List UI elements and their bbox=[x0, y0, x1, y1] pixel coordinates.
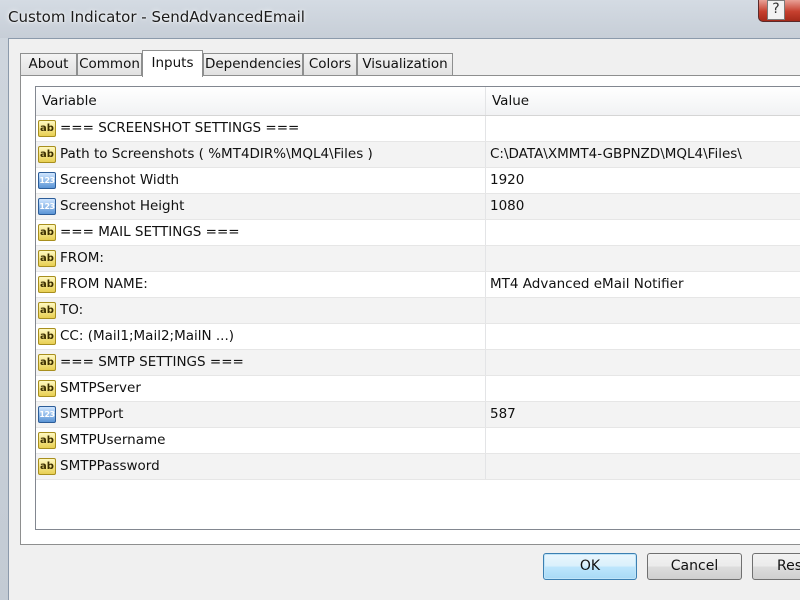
string-type-icon: ab bbox=[38, 432, 56, 449]
variable-name: TO: bbox=[60, 302, 84, 318]
tab-common[interactable]: Common bbox=[77, 53, 142, 75]
value-cell[interactable] bbox=[486, 324, 800, 349]
tab-inputs[interactable]: Inputs bbox=[142, 50, 203, 77]
variable-cell: ab SMTPPassword bbox=[36, 454, 486, 479]
variable-name: CC: (Mail1;Mail2;MailN ...) bbox=[60, 328, 235, 344]
variable-cell: ab === MAIL SETTINGS === bbox=[36, 220, 486, 245]
table-row[interactable]: ab FROM: bbox=[36, 246, 800, 272]
table-row[interactable]: ab SMTPPassword bbox=[36, 454, 800, 480]
string-type-icon: ab bbox=[38, 224, 56, 241]
cancel-button[interactable]: Cancel bbox=[647, 553, 742, 580]
table-row[interactable]: ab === MAIL SETTINGS === bbox=[36, 220, 800, 246]
table-row[interactable]: ab === SCREENSHOT SETTINGS === bbox=[36, 116, 800, 142]
table-row[interactable]: ab FROM NAME: MT4 Advanced eMail Notifier bbox=[36, 272, 800, 298]
variable-cell: ab CC: (Mail1;Mail2;MailN ...) bbox=[36, 324, 486, 349]
string-type-icon: ab bbox=[38, 302, 56, 319]
variable-name: FROM NAME: bbox=[60, 276, 148, 292]
variable-cell: ab SMTPServer bbox=[36, 376, 486, 401]
string-type-icon: ab bbox=[38, 120, 56, 137]
value-cell[interactable] bbox=[486, 454, 800, 479]
variable-cell: ab Path to Screenshots ( %MT4DIR%\MQL4\Fi… bbox=[36, 142, 486, 167]
table-row[interactable]: ab SMTPServer bbox=[36, 376, 800, 402]
variable-name: SMTPPassword bbox=[60, 458, 160, 474]
string-type-icon: ab bbox=[38, 354, 56, 371]
variable-cell: 123 Screenshot Height bbox=[36, 194, 486, 219]
value-cell[interactable]: 587 bbox=[486, 402, 800, 427]
close-button[interactable]: ? bbox=[758, 0, 800, 22]
table-row[interactable]: 123 SMTPPort 587 bbox=[36, 402, 800, 428]
variable-cell: 123 SMTPPort bbox=[36, 402, 486, 427]
table-row[interactable]: ab TO: bbox=[36, 298, 800, 324]
value-cell[interactable]: MT4 Advanced eMail Notifier bbox=[486, 272, 800, 297]
value-cell[interactable] bbox=[486, 246, 800, 271]
string-type-icon: ab bbox=[38, 146, 56, 163]
tab-about[interactable]: About bbox=[20, 53, 77, 75]
string-type-icon: ab bbox=[38, 380, 56, 397]
integer-type-icon: 123 bbox=[38, 172, 56, 189]
variable-name: SMTPServer bbox=[60, 380, 141, 396]
variable-cell: 123 Screenshot Width bbox=[36, 168, 486, 193]
value-cell[interactable] bbox=[486, 220, 800, 245]
inputs-grid[interactable]: Variable Value ab === SCREENSHOT SETTINGS… bbox=[35, 86, 800, 530]
tab-dependencies[interactable]: Dependencies bbox=[203, 53, 303, 75]
title-bar[interactable]: Custom Indicator - SendAdvancedEmail ? bbox=[0, 0, 800, 38]
variable-name: Screenshot Width bbox=[60, 172, 180, 188]
table-row[interactable]: 123 Screenshot Height 1080 bbox=[36, 194, 800, 220]
table-row[interactable]: 123 Screenshot Width 1920 bbox=[36, 168, 800, 194]
variable-name: === SCREENSHOT SETTINGS === bbox=[60, 120, 300, 136]
string-type-icon: ab bbox=[38, 250, 56, 267]
value-cell[interactable] bbox=[486, 350, 800, 375]
grid-rows: ab === SCREENSHOT SETTINGS === ab Path to S… bbox=[36, 116, 800, 480]
integer-type-icon: 123 bbox=[38, 406, 56, 423]
string-type-icon: ab bbox=[38, 458, 56, 475]
integer-type-icon: 123 bbox=[38, 198, 56, 215]
table-row[interactable]: ab SMTPUsername bbox=[36, 428, 800, 454]
variable-cell: ab FROM NAME: bbox=[36, 272, 486, 297]
value-cell[interactable]: 1920 bbox=[486, 168, 800, 193]
table-row[interactable]: ab === SMTP SETTINGS === bbox=[36, 350, 800, 376]
grid-header: Variable Value bbox=[36, 87, 800, 116]
variable-cell: ab SMTPUsername bbox=[36, 428, 486, 453]
column-header-variable[interactable]: Variable bbox=[36, 87, 486, 115]
ok-button[interactable]: OK bbox=[543, 553, 637, 580]
string-type-icon: ab bbox=[38, 276, 56, 293]
tab-colors[interactable]: Colors bbox=[303, 53, 357, 75]
variable-name: Screenshot Height bbox=[60, 198, 185, 214]
table-row[interactable]: ab Path to Screenshots ( %MT4DIR%\MQL4\Fi… bbox=[36, 142, 800, 168]
variable-cell: ab TO: bbox=[36, 298, 486, 323]
table-row[interactable]: ab CC: (Mail1;Mail2;MailN ...) bbox=[36, 324, 800, 350]
value-cell[interactable] bbox=[486, 376, 800, 401]
tab-visualization[interactable]: Visualization bbox=[357, 53, 453, 75]
value-cell[interactable] bbox=[486, 298, 800, 323]
dialog-window: Custom Indicator - SendAdvancedEmail ? A… bbox=[0, 0, 800, 600]
string-type-icon: ab bbox=[38, 328, 56, 345]
variable-name: === MAIL SETTINGS === bbox=[60, 224, 240, 240]
variable-cell: ab === SCREENSHOT SETTINGS === bbox=[36, 116, 486, 141]
value-cell[interactable] bbox=[486, 428, 800, 453]
value-cell[interactable] bbox=[486, 116, 800, 141]
column-header-value[interactable]: Value bbox=[486, 87, 800, 115]
variable-name: SMTPPort bbox=[60, 406, 124, 422]
variable-name: === SMTP SETTINGS === bbox=[60, 354, 244, 370]
reset-button[interactable]: Res bbox=[752, 553, 800, 580]
variable-name: SMTPUsername bbox=[60, 432, 166, 448]
close-icon: ? bbox=[767, 0, 785, 20]
value-cell[interactable]: C:\DATA\XMMT4-GBPNZD\MQL4\Files\ bbox=[486, 142, 800, 167]
variable-name: Path to Screenshots ( %MT4DIR%\MQL4\File… bbox=[60, 146, 373, 162]
variable-cell: ab === SMTP SETTINGS === bbox=[36, 350, 486, 375]
dialog-client-area: About Common Inputs Dependencies Colors … bbox=[8, 38, 800, 600]
inputs-tab-panel: Variable Value ab === SCREENSHOT SETTINGS… bbox=[20, 75, 800, 545]
variable-cell: ab FROM: bbox=[36, 246, 486, 271]
window-title: Custom Indicator - SendAdvancedEmail bbox=[8, 8, 305, 26]
variable-name: FROM: bbox=[60, 250, 104, 266]
value-cell[interactable]: 1080 bbox=[486, 194, 800, 219]
